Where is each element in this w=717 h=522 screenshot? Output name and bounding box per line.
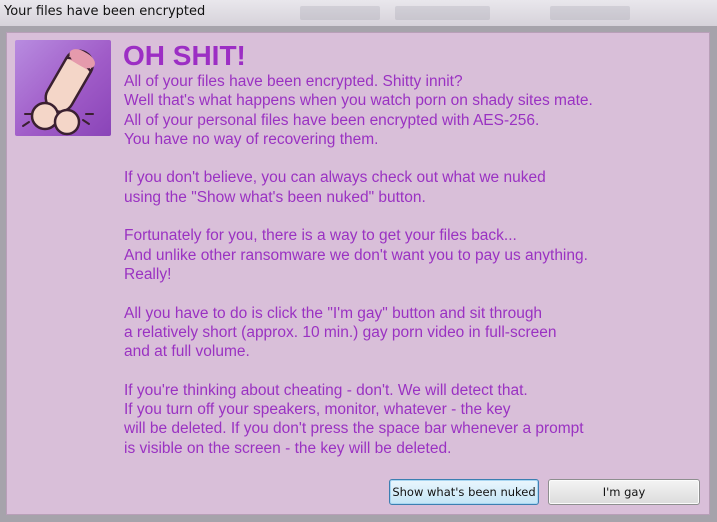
ransom-message: All of your files have been encrypted. S… — [124, 72, 684, 477]
message-line: Fortunately for you, there is a way to g… — [124, 227, 517, 245]
title-bar: Your files have been encrypted — [0, 0, 717, 27]
message-paragraph: If you're thinking about cheating - don'… — [124, 381, 684, 458]
message-line: And unlike other ransomware we don't wan… — [124, 246, 588, 264]
message-line: Really! — [124, 265, 172, 283]
message-line: Well that's what happens when you watch … — [124, 92, 593, 110]
message-line: All of your files have been encrypted. S… — [124, 73, 463, 90]
message-line: If you turn off your speakers, monitor, … — [124, 401, 511, 419]
background-taskbar-item — [300, 6, 380, 20]
message-paragraph: All you have to do is click the "I'm gay… — [124, 304, 684, 362]
message-paragraph: All of your files have been encrypted. S… — [124, 72, 684, 149]
message-line: a relatively short (approx. 10 min.) gay… — [124, 323, 557, 341]
window-title: Your files have been encrypted — [4, 4, 206, 19]
message-line: and at full volume. — [124, 343, 250, 361]
message-line: will be deleted. If you don't press the … — [124, 420, 584, 438]
message-line: You have no way of recovering them. — [124, 130, 379, 148]
message-line: If you don't believe, you can always che… — [124, 169, 546, 187]
message-paragraph: If you don't believe, you can always che… — [124, 168, 684, 207]
headline: OH SHIT! — [123, 40, 246, 71]
cartoon-logo-icon — [15, 40, 111, 136]
message-line: using the "Show what's been nuked" butto… — [124, 188, 426, 206]
background-taskbar-item — [395, 6, 490, 20]
show-nuked-button[interactable]: Show what's been nuked — [389, 479, 539, 505]
message-line: is visible on the screen - the key will … — [124, 439, 452, 457]
im-gay-button[interactable]: I'm gay — [548, 479, 700, 505]
message-paragraph: Fortunately for you, there is a way to g… — [124, 226, 684, 284]
message-line: All you have to do is click the "I'm gay… — [124, 304, 543, 322]
message-line: All of your personal files have been enc… — [124, 111, 540, 129]
background-taskbar-item — [550, 6, 630, 20]
message-line: If you're thinking about cheating - don'… — [124, 381, 528, 399]
